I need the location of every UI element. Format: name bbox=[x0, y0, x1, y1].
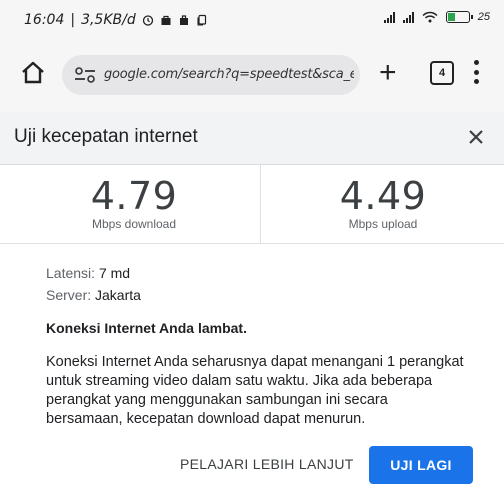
home-icon[interactable] bbox=[20, 60, 46, 86]
learn-more-button[interactable]: PELAJARI LEBIH LANJUT bbox=[180, 456, 354, 472]
card-title: Uji kecepatan internet bbox=[14, 126, 198, 147]
status-left: 16:04 | 3,5KB/d bbox=[24, 12, 208, 28]
latency-value: 7 md bbox=[98, 265, 131, 281]
latency-row: Latensi: 7 md bbox=[46, 265, 130, 281]
shopping-bag-icon bbox=[161, 15, 171, 25]
latency-label: Latensi: bbox=[46, 265, 96, 281]
result-heading: Koneksi Internet Anda lambat. bbox=[46, 320, 247, 336]
result-description: Koneksi Internet Anda seharusnya dapat m… bbox=[46, 354, 464, 427]
address-bar[interactable]: google.com/search?q=speedtest&sca_esv=59… bbox=[62, 55, 360, 95]
site-settings-icon[interactable] bbox=[74, 67, 96, 83]
test-again-button[interactable]: UJI LAGI bbox=[369, 446, 473, 484]
server-label: Server: bbox=[46, 287, 92, 303]
speed-results: 4.79 Mbps download 4.49 Mbps upload bbox=[0, 165, 504, 244]
new-tab-button[interactable]: + bbox=[379, 58, 397, 88]
url-text[interactable]: google.com/search?q=speedtest&sca_esv=59… bbox=[104, 67, 354, 82]
battery-icon bbox=[445, 11, 473, 23]
status-time: 16:04 bbox=[24, 12, 65, 28]
battery-level: 25 bbox=[477, 11, 490, 23]
download-result: 4.79 Mbps download bbox=[8, 165, 260, 243]
status-bar: 16:04 | 3,5KB/d 25 bbox=[0, 0, 504, 42]
more-menu-icon[interactable] bbox=[474, 60, 480, 84]
speedtest-header: Uji kecepatan internet bbox=[0, 112, 504, 165]
status-right: 25 bbox=[383, 11, 490, 23]
signal-icon bbox=[402, 11, 414, 23]
wifi-icon bbox=[422, 11, 438, 23]
download-unit: Mbps download bbox=[91, 217, 177, 231]
download-value: 4.79 bbox=[90, 174, 178, 218]
browser-toolbar: google.com/search?q=speedtest&sca_esv=59… bbox=[0, 42, 504, 112]
network-speed: 3,5KB/d bbox=[81, 12, 136, 28]
server-value: Jakarta bbox=[95, 287, 141, 303]
copy-icon bbox=[197, 14, 206, 26]
bag-icon bbox=[179, 15, 188, 25]
upload-value: 4.49 bbox=[339, 174, 427, 218]
upload-unit: Mbps upload bbox=[348, 217, 418, 231]
upload-result: 4.49 Mbps upload bbox=[260, 165, 504, 243]
signal-icon bbox=[383, 11, 395, 23]
close-icon[interactable] bbox=[464, 125, 488, 149]
tab-switcher-button[interactable]: 4 bbox=[430, 61, 454, 85]
alarm-icon bbox=[142, 15, 153, 26]
server-row: Server: Jakarta bbox=[46, 287, 141, 303]
